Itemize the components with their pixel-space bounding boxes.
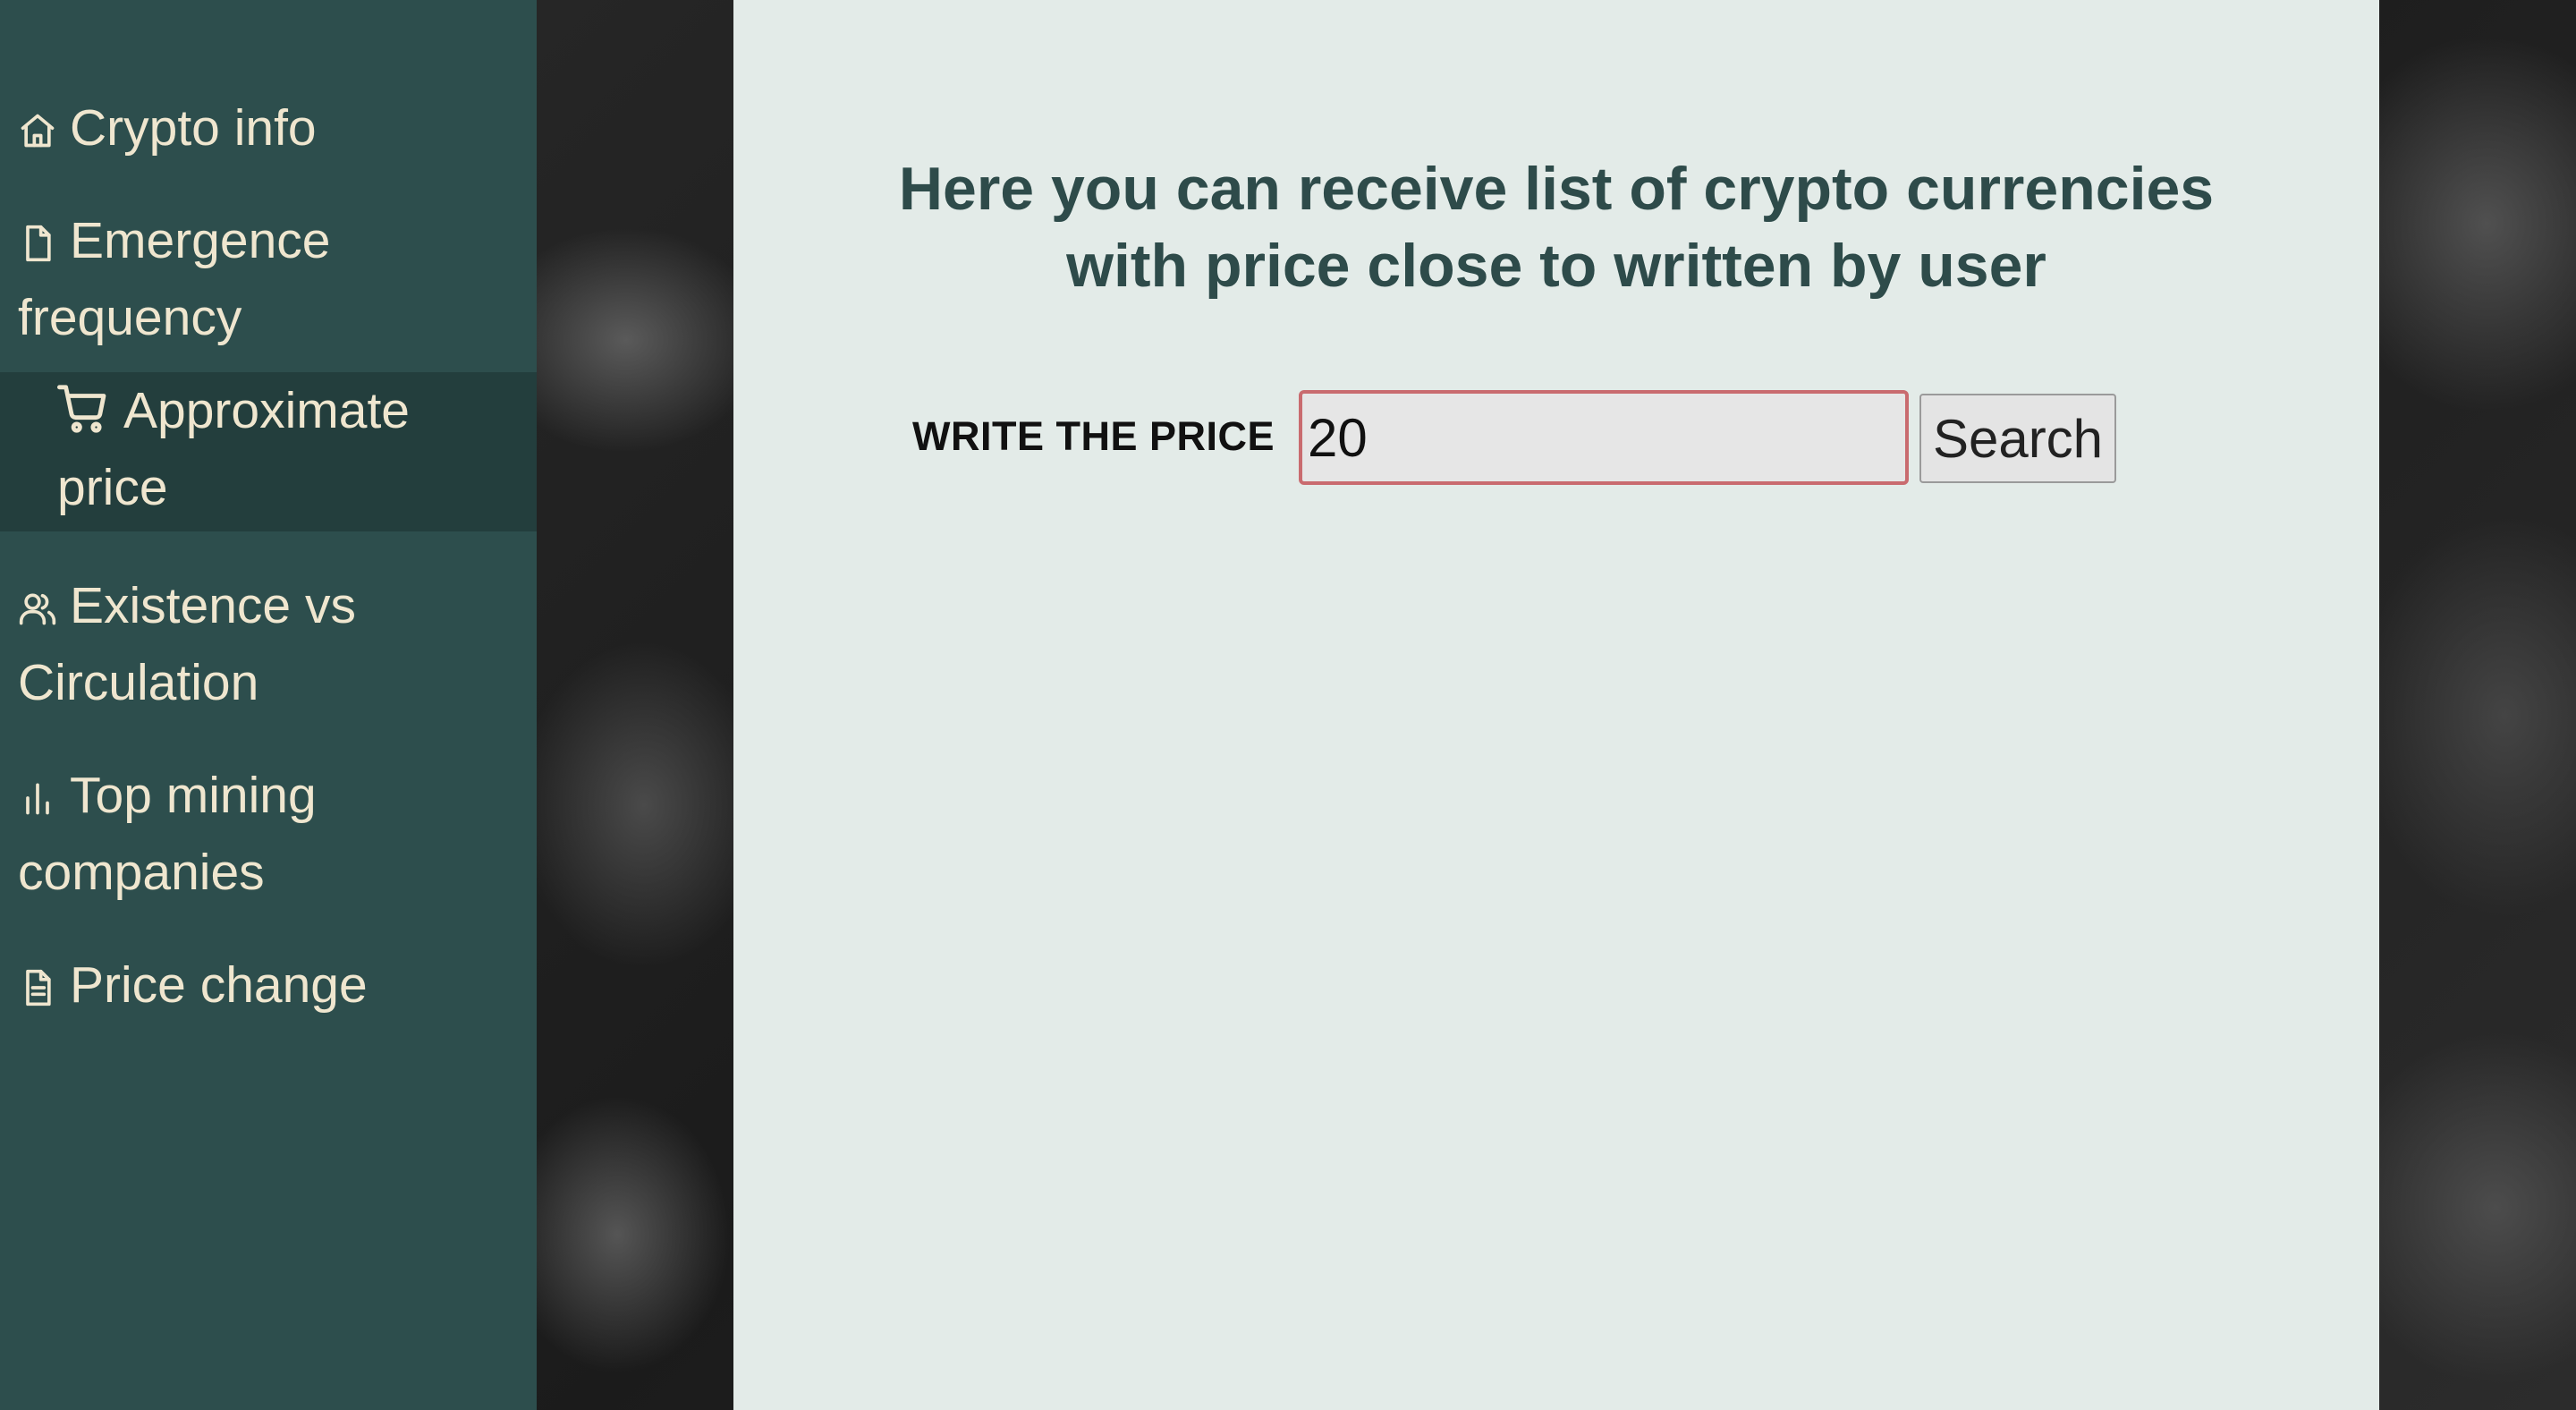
page-title: Here you can receive list of crypto curr… [733, 150, 2379, 304]
cart-icon [57, 379, 109, 433]
sidebar-item-emergence-frequency[interactable]: Emergence frequency [0, 202, 537, 356]
sidebar-item-approximate-price[interactable]: Approximate price [0, 372, 537, 531]
sidebar-item-label: Emergence frequency [18, 212, 331, 346]
price-input[interactable] [1299, 390, 1909, 485]
sidebar-item-label: Top mining companies [18, 767, 317, 901]
file-text-icon [18, 952, 57, 1007]
page-title-line-2: with price close to written by user [1066, 232, 2046, 300]
search-button[interactable]: Search [1919, 394, 2116, 483]
price-label: WRITE THE PRICE [912, 413, 1275, 459]
sidebar-item-crypto-info[interactable]: Crypto info [0, 89, 537, 166]
file-icon [18, 208, 57, 262]
sidebar-item-label: Existence vs Circulation [18, 577, 356, 711]
main-panel: Here you can receive list of crypto curr… [733, 0, 2379, 1410]
page-title-line-1: Here you can receive list of crypto curr… [898, 155, 2215, 223]
bar-chart-icon [18, 762, 57, 815]
sidebar: Crypto info Emergence frequency Approxim… [0, 0, 537, 1410]
users-icon [18, 573, 57, 625]
sidebar-item-label: Approximate price [57, 382, 410, 516]
sidebar-item-label: Price change [70, 956, 368, 1014]
home-icon [18, 95, 57, 148]
sidebar-item-price-change[interactable]: Price change [0, 947, 537, 1024]
sidebar-item-label: Crypto info [70, 99, 317, 157]
sidebar-item-top-mining-companies[interactable]: Top mining companies [0, 757, 537, 911]
sidebar-item-existence-vs-circulation[interactable]: Existence vs Circulation [0, 567, 537, 721]
